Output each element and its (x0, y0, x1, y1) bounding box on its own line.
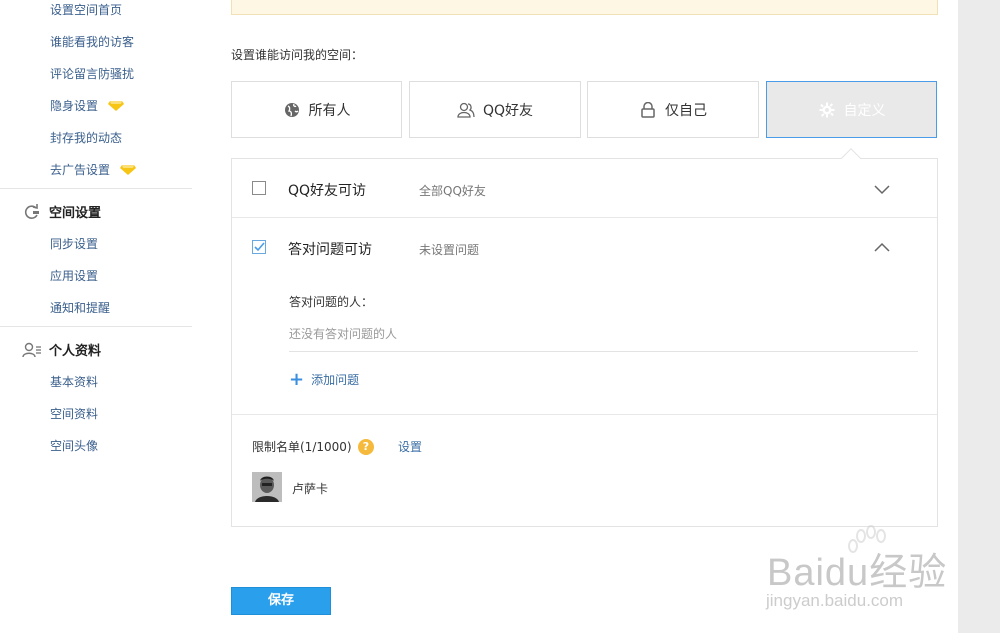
sidebar-divider (0, 326, 192, 327)
qq-friends-option-title: QQ好友可访 (288, 183, 367, 199)
row-divider (232, 414, 937, 415)
add-question-button[interactable]: + 添加问题 (289, 368, 359, 390)
diamond-icon (108, 100, 125, 111)
restriction-settings-link[interactable]: 设置 (398, 438, 422, 455)
person-icon (22, 342, 42, 358)
sidebar-item-space-avatar[interactable]: 空间头像 (50, 437, 98, 454)
qq-friends-checkbox[interactable] (252, 181, 266, 195)
sidebar-item-space-profile[interactable]: 空间资料 (50, 405, 98, 422)
globe-icon (283, 101, 301, 119)
answered-people-label: 答对问题的人： (289, 295, 374, 309)
sidebar-item-space-home[interactable]: 设置空间首页 (50, 1, 122, 18)
chevron-down-icon[interactable] (873, 183, 891, 195)
sidebar-divider (0, 188, 192, 189)
restriction-list-label: 限制名单(1/1000) (252, 440, 352, 454)
answer-question-checkbox[interactable] (252, 240, 266, 254)
save-button[interactable]: 保存 (231, 587, 331, 615)
answer-question-option-desc: 未设置问题 (419, 243, 480, 257)
watermark-brand: Baidu经验 (767, 552, 948, 594)
restricted-user-name: 卢萨卡 (292, 482, 329, 496)
page-gutter (958, 0, 1000, 633)
sidebar-item-basic-profile[interactable]: 基本资料 (50, 373, 98, 390)
visibility-option-everyone[interactable]: 所有人 (231, 81, 402, 138)
qq-friends-option-desc: 全部QQ好友 (419, 184, 486, 198)
gear-icon (818, 101, 836, 119)
lock-icon (639, 101, 657, 119)
watermark-url: jingyan.baidu.com (766, 591, 904, 610)
sidebar: 设置空间首页 谁能看我的访客 评论留言防骚扰 隐身设置 封存我的动态 去广告设置… (0, 0, 192, 633)
refresh-icon (22, 203, 42, 220)
plus-icon: + (289, 368, 305, 390)
friends-icon (457, 101, 475, 119)
sidebar-item-stealth[interactable]: 隐身设置 (50, 97, 125, 114)
row-divider (232, 217, 937, 218)
answer-question-option-title: 答对问题可访 (288, 242, 372, 258)
sidebar-item-apps[interactable]: 应用设置 (50, 267, 98, 284)
sidebar-item-who-sees-visitors[interactable]: 谁能看我的访客 (50, 33, 134, 50)
sidebar-item-remove-ads[interactable]: 去广告设置 (50, 161, 137, 178)
sidebar-section-profile: 个人资料 (22, 340, 101, 359)
answered-people-empty: 还没有答对问题的人 (289, 327, 398, 341)
sidebar-section-space-settings: 空间设置 (22, 202, 101, 221)
custom-access-panel: QQ好友可访 全部QQ好友 答对问题可访 未设置问题 答对问题的人： 还没有答对… (231, 158, 938, 527)
sidebar-item-anti-harassment[interactable]: 评论留言防骚扰 (50, 65, 134, 82)
visibility-option-qq-friends[interactable]: QQ好友 (409, 81, 581, 138)
sidebar-item-notifications[interactable]: 通知和提醒 (50, 299, 110, 316)
section-label: 设置谁能访问我的空间： (231, 48, 364, 62)
sidebar-item-sync[interactable]: 同步设置 (50, 235, 98, 252)
chevron-up-icon[interactable] (873, 241, 891, 253)
section-divider (289, 351, 918, 352)
visibility-option-custom[interactable]: 自定义 (766, 81, 937, 138)
avatar[interactable] (252, 472, 282, 502)
sidebar-item-archive-feed[interactable]: 封存我的动态 (50, 129, 122, 146)
notice-bar (231, 0, 938, 15)
visibility-option-only-me[interactable]: 仅自己 (587, 81, 759, 138)
help-icon[interactable]: ? (358, 439, 374, 455)
diamond-icon (120, 164, 137, 175)
